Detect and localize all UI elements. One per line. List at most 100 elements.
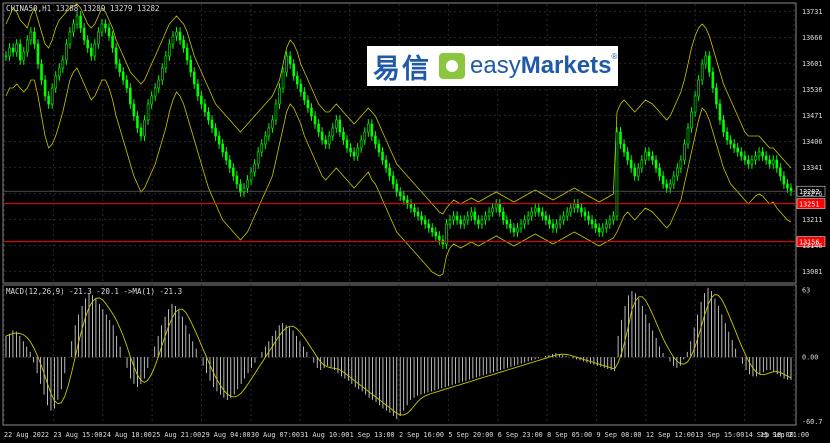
candle-body: [97, 31, 100, 45]
candle-body: [494, 203, 498, 209]
candle-body: [256, 151, 260, 165]
candle-body: [317, 123, 320, 133]
candle-body: [544, 215, 548, 221]
candle-body: [416, 211, 420, 217]
candle-body: [107, 27, 111, 37]
candle-body: [40, 63, 43, 81]
candle-body: [377, 143, 381, 153]
candle-body: [452, 215, 455, 221]
candle-body: [459, 219, 462, 225]
candle-body: [487, 211, 491, 217]
candle-body: [139, 127, 143, 137]
time-axis-label: 12 Sep 12:00: [646, 431, 695, 439]
candle-body: [89, 47, 93, 57]
candle-body: [164, 55, 168, 69]
candle-body: [619, 131, 622, 145]
candle-body: [704, 55, 708, 65]
candle-body: [175, 31, 178, 37]
candle-body: [477, 219, 480, 225]
candle-body: [757, 151, 761, 157]
candle-body: [786, 183, 789, 189]
candle-body: [764, 155, 768, 161]
candle-body: [150, 95, 153, 105]
candle-body: [285, 55, 288, 73]
candle-body: [768, 159, 771, 165]
candle-body: [381, 151, 384, 161]
candle-body: [313, 115, 317, 125]
candle-body: [207, 111, 210, 121]
candle-body: [448, 219, 452, 225]
candle-body: [281, 71, 285, 89]
candle-body: [239, 183, 242, 193]
candle-body: [484, 215, 487, 221]
candle-body: [86, 39, 89, 49]
candle-body: [573, 203, 576, 209]
candle-body: [61, 59, 65, 69]
candle-body: [338, 119, 342, 133]
candle-body: [690, 111, 693, 129]
candle-body: [29, 31, 33, 41]
candle-body: [221, 143, 224, 153]
candle-body: [470, 211, 473, 217]
candle-body: [129, 87, 132, 105]
candle-body: [22, 51, 26, 61]
candle-body: [182, 39, 185, 49]
candle-body: [455, 215, 459, 221]
candle-body: [658, 167, 661, 177]
candle-body: [93, 43, 97, 57]
candle-body: [512, 227, 516, 233]
candle-body: [278, 87, 281, 105]
candle-body: [79, 15, 82, 29]
candle-body: [15, 43, 18, 53]
candle-body: [501, 211, 505, 221]
candle-body: [54, 75, 58, 89]
candle-body: [210, 119, 214, 129]
candle-body: [359, 139, 363, 149]
candle-body: [661, 175, 665, 185]
candle-body: [331, 127, 335, 137]
candle-body: [587, 215, 590, 221]
candle-body: [185, 47, 189, 61]
candle-body: [676, 167, 679, 177]
candle-body: [736, 147, 740, 153]
time-axis-label: 29 Aug 04:00: [202, 431, 251, 439]
candle-body: [597, 227, 601, 233]
logo-mark-icon: [439, 53, 465, 79]
candle-body: [100, 23, 104, 33]
candle-body: [295, 75, 299, 85]
candle-body: [327, 135, 331, 145]
candle-body: [363, 131, 367, 141]
candle-body: [267, 127, 271, 137]
candle-body: [754, 155, 757, 161]
candle-body: [111, 35, 114, 49]
candle-body: [594, 223, 597, 229]
candle-body: [420, 215, 423, 221]
candle-body: [36, 43, 40, 65]
candle-body: [509, 223, 512, 229]
candle-body: [8, 47, 11, 57]
candle-body: [423, 219, 427, 225]
candle-body: [665, 183, 668, 189]
candle-body: [192, 71, 196, 85]
candle-body: [310, 107, 313, 117]
candle-body: [288, 55, 292, 65]
candle-body: [235, 175, 239, 185]
candle-body: [565, 211, 569, 217]
symbol-info: CHINA50,H1 13288 13289 13279 13282: [6, 4, 160, 13]
candle-body: [647, 151, 651, 157]
candle-body: [50, 87, 54, 105]
candle-body: [398, 191, 402, 197]
candle-body: [430, 227, 434, 233]
candle-body: [633, 167, 637, 177]
candle-body: [118, 63, 121, 73]
candle-body: [466, 215, 470, 221]
candle-body: [203, 103, 207, 113]
candle-body: [775, 159, 779, 169]
candle-body: [114, 47, 118, 65]
candle-body: [636, 167, 640, 177]
price-tick-label: 13211: [802, 216, 822, 224]
candle-body: [693, 95, 697, 113]
candle-body: [196, 83, 200, 97]
candle-body: [391, 175, 395, 185]
candle-body: [651, 155, 654, 161]
